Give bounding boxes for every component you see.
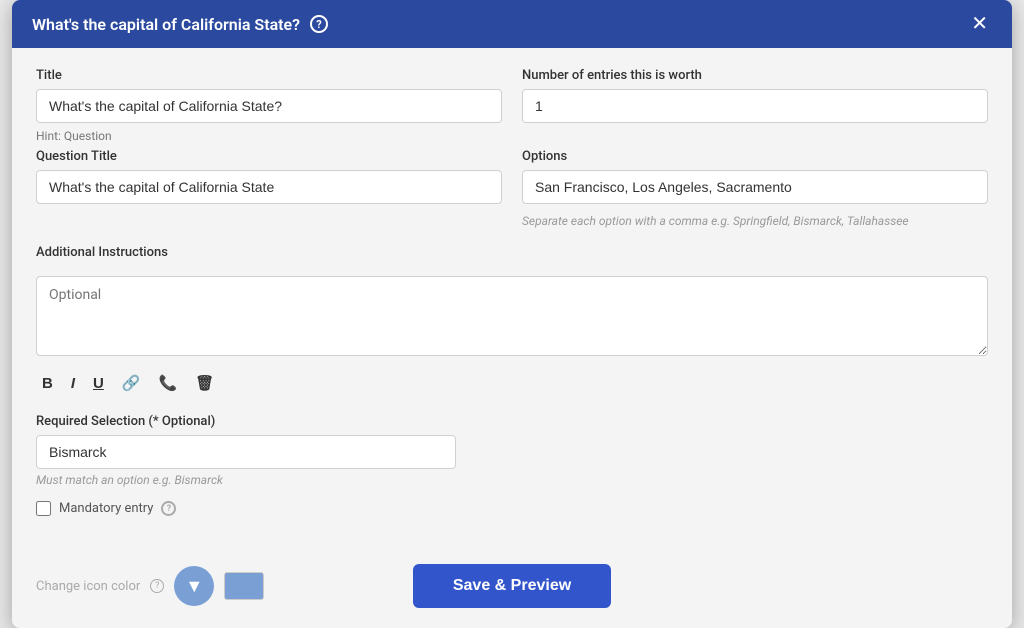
italic-button[interactable]: I [65,371,81,396]
delete-button[interactable]: 🗑 [189,370,220,396]
question-title-label: Question Title [36,149,502,164]
modal-body: Title Number of entries this is worth Hi… [12,48,1012,550]
link-button[interactable]: 🔗 [116,370,147,396]
question-title-group: Question Title [36,149,502,228]
entries-label: Number of entries this is worth [522,68,988,83]
mandatory-help-icon[interactable]: ? [161,501,176,516]
additional-instructions-textarea[interactable] [36,276,988,356]
modal-footer: Change icon color ? ▼ Save & Preview [12,550,1012,628]
icon-preview: ▼ [174,566,214,606]
modal-container: What's the capital of California State? … [12,0,1012,628]
text-toolbar: B I U 🔗 📞 🗑 [36,370,988,396]
modal-header-left: What's the capital of California State? … [32,15,328,34]
mandatory-entry-row: Mandatory entry ? [36,501,988,516]
header-help-icon[interactable]: ? [310,15,328,33]
color-picker[interactable] [224,572,264,600]
options-hint: Separate each option with a comma e.g. S… [522,214,988,228]
required-selection-section: Required Selection (* Optional) Must mat… [36,414,988,487]
bold-button[interactable]: B [36,371,59,396]
title-group: Title [36,68,502,123]
icon-section: Change icon color ? ▼ [36,566,393,606]
title-input[interactable] [36,89,502,123]
entries-group: Number of entries this is worth [522,68,988,123]
options-label: Options [522,149,988,164]
underline-button[interactable]: U [87,371,110,396]
form-row-2: Question Title Options Separate each opt… [36,149,988,228]
modal-title: What's the capital of California State? [32,15,300,34]
additional-instructions-label: Additional Instructions [36,245,168,260]
save-preview-button[interactable]: Save & Preview [413,564,611,608]
mandatory-label: Mandatory entry [59,501,153,516]
options-input[interactable] [522,170,988,204]
change-icon-label: Change icon color [36,579,140,594]
phone-button[interactable]: 📞 [153,370,184,396]
options-group: Options Separate each option with a comm… [522,149,988,228]
required-selection-label: Required Selection (* Optional) [36,414,988,429]
additional-instructions-group: Additional Instructions [36,244,988,360]
question-title-input[interactable] [36,170,502,204]
close-button[interactable]: ✕ [967,14,992,34]
title-label: Title [36,68,502,83]
entries-input[interactable] [522,89,988,123]
form-row-1: Title Number of entries this is worth [36,68,988,123]
icon-help-icon[interactable]: ? [150,579,164,593]
required-selection-input[interactable] [36,435,456,469]
hint-text: Hint: Question [36,129,988,143]
must-match-hint: Must match an option e.g. Bismarck [36,473,988,487]
mandatory-checkbox[interactable] [36,501,51,516]
modal-header: What's the capital of California State? … [12,0,1012,48]
